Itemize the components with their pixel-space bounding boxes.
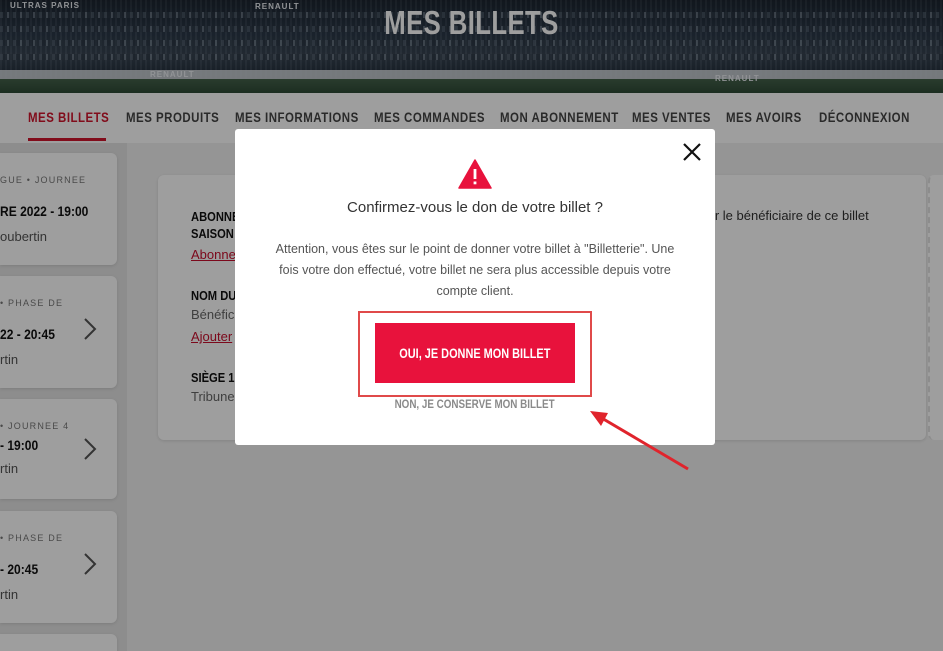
confirm-button-label: OUI, JE DONNE MON BILLET (399, 345, 551, 361)
dialog-title: Confirmez-vous le don de votre billet ? (347, 199, 603, 216)
confirm-donate-button[interactable]: OUI, JE DONNE MON BILLET (375, 323, 575, 383)
cancel-link-label: NON, JE CONSERVE MON BILLET (394, 397, 555, 411)
close-icon[interactable] (679, 139, 705, 165)
donate-confirm-dialog: Confirmez-vous le don de votre billet ? … (235, 129, 715, 445)
keep-ticket-link[interactable]: NON, JE CONSERVE MON BILLET (235, 397, 715, 411)
warning-icon (458, 159, 492, 189)
dialog-message: Attention, vous êtes sur le point de don… (275, 242, 675, 298)
